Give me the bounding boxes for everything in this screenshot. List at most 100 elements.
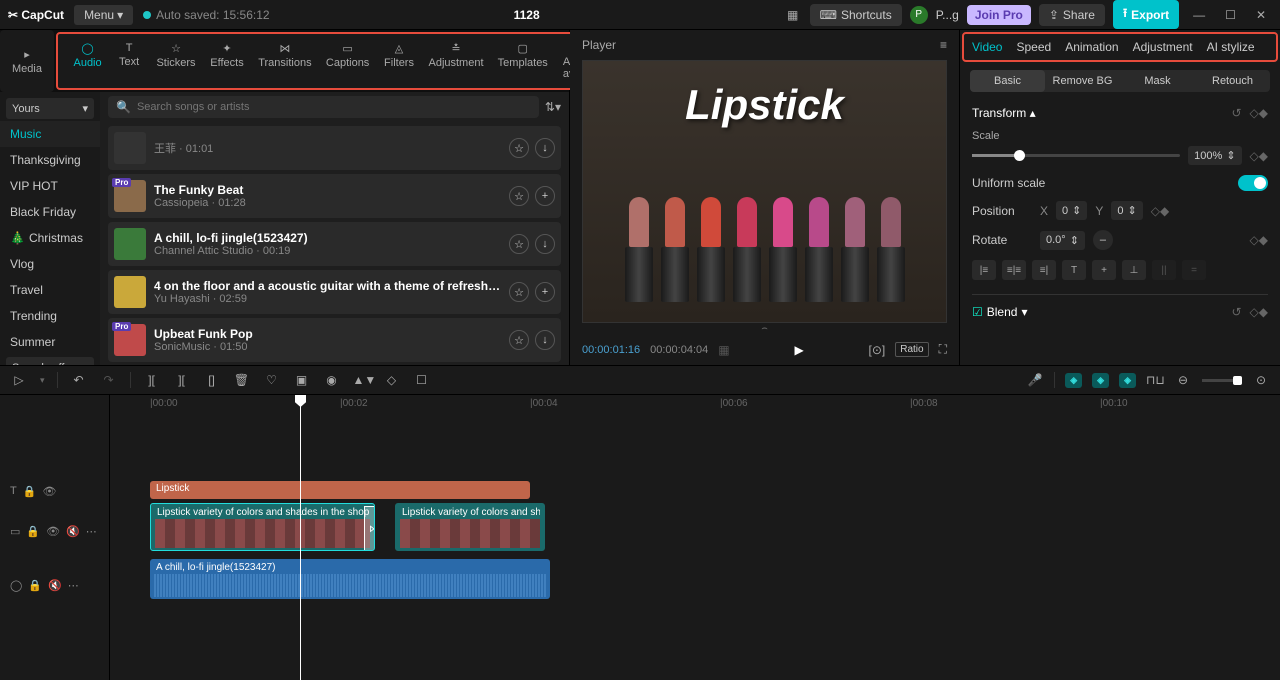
tab-text[interactable]: TText: [109, 38, 149, 84]
transform-label[interactable]: Transform ▴: [972, 106, 1036, 120]
eye-icon[interactable]: 👁: [46, 525, 60, 538]
export-button[interactable]: ⭱ Export: [1113, 0, 1179, 29]
tab-effects[interactable]: ✦Effects: [203, 38, 251, 84]
pos-x-input[interactable]: 0 ⇕: [1056, 201, 1087, 220]
grid-icon[interactable]: ▦: [718, 343, 729, 357]
prop-tab-animation[interactable]: Animation: [1065, 40, 1118, 54]
lock-icon[interactable]: 🔒: [26, 525, 40, 538]
keyframe-icon[interactable]: ◇◆: [1250, 233, 1268, 247]
tab-media[interactable]: ▸Media: [4, 44, 50, 79]
shield-tool[interactable]: ♡: [263, 373, 281, 387]
lock-icon[interactable]: 🔒: [28, 579, 42, 592]
audio-clip[interactable]: A chill, lo-fi jingle(1523427): [150, 559, 550, 599]
record-tool[interactable]: ◉: [323, 373, 341, 387]
add-button[interactable]: +: [535, 186, 555, 206]
fullscreen-icon[interactable]: ⛶: [939, 342, 947, 357]
zoom-fit[interactable]: ⊙: [1252, 373, 1270, 387]
blend-label[interactable]: ☑Blend ▾: [972, 305, 1028, 319]
redo-button[interactable]: ↷: [100, 373, 118, 387]
mic-icon[interactable]: 🎤: [1026, 373, 1044, 387]
sidebar-item-travel[interactable]: Travel: [0, 277, 100, 303]
maximize-button[interactable]: ☐: [1219, 8, 1242, 22]
mute-icon[interactable]: 🔇: [66, 525, 80, 538]
scan-icon[interactable]: [⊙]: [869, 343, 886, 357]
scale-value[interactable]: 100% ⇕: [1188, 146, 1241, 165]
sidebar-item-thanksgiving[interactable]: Thanksgiving: [0, 147, 100, 173]
reset-icon[interactable]: ↺: [1231, 106, 1241, 120]
keyframe-icon[interactable]: ◇◆: [1151, 204, 1169, 218]
tab-templates[interactable]: ▢Templates: [491, 38, 555, 84]
add-button[interactable]: +: [535, 282, 555, 302]
add-button[interactable]: ↓: [535, 138, 555, 158]
delete-tool[interactable]: 🗑: [233, 373, 251, 387]
shortcuts-button[interactable]: ⌨ Shortcuts: [810, 4, 902, 26]
rotate-input[interactable]: 0.0° ⇕: [1040, 231, 1085, 250]
reset-icon[interactable]: ↺: [1231, 305, 1241, 319]
minimize-button[interactable]: —: [1187, 8, 1211, 22]
add-button[interactable]: ↓: [535, 234, 555, 254]
text-clip[interactable]: Lipstick: [150, 481, 530, 499]
prop-tab-ai[interactable]: AI stylize: [1207, 40, 1255, 54]
pos-y-input[interactable]: 0 ⇕: [1111, 201, 1142, 220]
tab-filters[interactable]: ◬Filters: [377, 38, 422, 84]
rotate-tool[interactable]: ◇: [383, 373, 401, 387]
fav-button[interactable]: ☆: [509, 234, 529, 254]
undo-button[interactable]: ↶: [70, 373, 88, 387]
player-viewport[interactable]: Lipstick: [582, 60, 947, 323]
split-tool[interactable]: ]​[: [143, 373, 161, 387]
menu-button[interactable]: Menu ▾: [74, 5, 133, 25]
prop-tab-speed[interactable]: Speed: [1016, 40, 1051, 54]
player-menu-icon[interactable]: ≡: [940, 38, 947, 52]
keyframe-icon[interactable]: ◇◆: [1250, 305, 1268, 319]
tab-adjustment[interactable]: ≛Adjustment: [421, 38, 490, 84]
track-row[interactable]: 王菲 · 01:01 ☆↓: [108, 126, 561, 170]
dist-h[interactable]: ||: [1152, 260, 1176, 280]
lock-icon[interactable]: 🔒: [23, 485, 37, 498]
sidebar-item-viphot[interactable]: VIP HOT: [0, 173, 100, 199]
play-button[interactable]: ▶: [794, 343, 803, 357]
split-left[interactable]: ][: [173, 373, 191, 387]
fav-button[interactable]: ☆: [509, 330, 529, 350]
track-row[interactable]: 4 on the floor and a acoustic guitar wit…: [108, 270, 561, 314]
keyframe-icon[interactable]: ◇◆: [1250, 149, 1268, 163]
prop-tab-video[interactable]: Video: [972, 40, 1002, 54]
crop-tool[interactable]: ▣: [293, 373, 311, 387]
chip-2[interactable]: ◈: [1092, 373, 1109, 388]
rotate-dial[interactable]: –: [1093, 230, 1113, 250]
scale-slider[interactable]: [972, 154, 1180, 157]
video-clip-1[interactable]: Lipstick variety of colors and shades in…: [150, 503, 375, 551]
video-clip-2[interactable]: Lipstick variety of colors and sha: [395, 503, 545, 551]
chip-1[interactable]: ◈: [1065, 373, 1082, 388]
fav-button[interactable]: ☆: [509, 138, 529, 158]
avatar[interactable]: P: [910, 6, 928, 24]
yours-select[interactable]: Yours▾: [6, 98, 94, 119]
mirror-tool[interactable]: ▲▼: [353, 373, 371, 387]
keyframe-icon[interactable]: ◇◆: [1250, 106, 1268, 120]
align-vcenter[interactable]: +: [1092, 260, 1116, 280]
subtab-mask[interactable]: Mask: [1120, 70, 1195, 92]
align-top[interactable]: T: [1062, 260, 1086, 280]
search-input[interactable]: 🔍: [108, 96, 539, 118]
transition-handle[interactable]: ⋈: [364, 506, 375, 551]
fav-button[interactable]: ☆: [509, 282, 529, 302]
tab-captions[interactable]: ▭Captions: [319, 38, 377, 84]
align-left[interactable]: |≡: [972, 260, 996, 280]
join-pro-button[interactable]: Join Pro: [967, 5, 1031, 25]
dist-v[interactable]: =: [1182, 260, 1206, 280]
prop-tab-adjustment[interactable]: Adjustment: [1133, 40, 1193, 54]
sounds-select[interactable]: Sounds eff...▾: [6, 357, 94, 365]
eye-icon[interactable]: 👁: [42, 485, 56, 498]
snap-tool[interactable]: ⊓⊔: [1146, 373, 1164, 387]
track-row[interactable]: A chill, lo-fi jingle(1523427)Channel At…: [108, 222, 561, 266]
sidebar-item-trending[interactable]: Trending: [0, 303, 100, 329]
sidebar-item-music[interactable]: Music: [0, 121, 100, 147]
ratio-button[interactable]: Ratio: [895, 342, 928, 357]
sidebar-item-christmas[interactable]: 🎄Christmas: [0, 225, 100, 251]
close-button[interactable]: ✕: [1250, 8, 1272, 22]
tab-stickers[interactable]: ☆Stickers: [149, 38, 203, 84]
share-button[interactable]: ⇪ Share: [1039, 4, 1105, 26]
uniform-toggle[interactable]: [1238, 175, 1268, 191]
layout-icon[interactable]: ▦: [784, 8, 802, 22]
track-row[interactable]: Pro The Funky BeatCassiopeia · 01:28 ☆+: [108, 174, 561, 218]
sidebar-item-vlog[interactable]: Vlog: [0, 251, 100, 277]
